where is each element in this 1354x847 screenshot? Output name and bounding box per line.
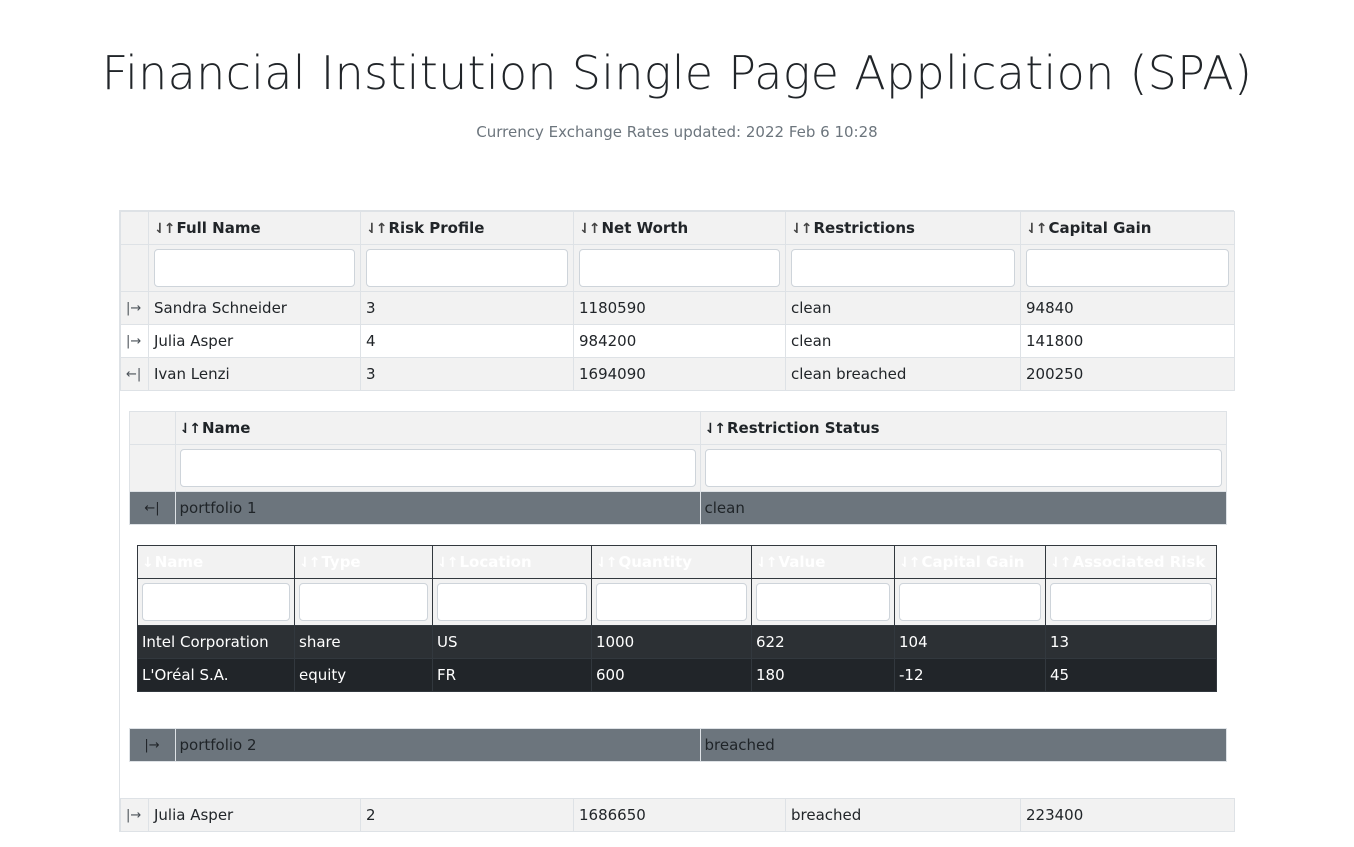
sort-icon: ⇃↑ <box>1050 555 1072 571</box>
portfolios-table: ⇃↑ Name ⇃↑ Restriction Status ←| portfolio… <box>128 411 1227 762</box>
clients-table: ⇃↑ Full Name ⇃↑ Risk Profile ⇃↑ Net Worth ⇃… <box>120 211 1235 832</box>
filter-holding-capital-gain-input[interactable] <box>899 583 1041 621</box>
collapse-row-icon[interactable]: ←| <box>128 491 176 525</box>
portfolios-header-row: ⇃↑ Name ⇃↑ Restriction Status <box>128 411 1227 445</box>
portfolios-filter-row <box>128 444 1227 492</box>
column-header-quantity[interactable]: ⇃↑ Quantity <box>591 545 752 579</box>
column-header-capital-gain[interactable]: ⇃↑ Capital Gain <box>1020 211 1235 245</box>
column-header-restriction-status[interactable]: ⇃↑ Restriction Status <box>699 411 1227 445</box>
sort-icon: ⇃↑ <box>704 421 727 437</box>
sort-descending-icon: ↓ <box>142 555 154 571</box>
filter-net-worth-input[interactable] <box>579 249 780 287</box>
filter-associated-risk-input[interactable] <box>1050 583 1212 621</box>
column-header-associated-risk[interactable]: ⇃↑ Associated Risk <box>1045 545 1217 579</box>
column-header-holding-capital-gain[interactable]: ⇃↑ Capital Gain <box>894 545 1046 579</box>
exchange-rates-updated-text: Currency Exchange Rates updated: 2022 Fe… <box>476 123 878 141</box>
holdings-table: ↓ Name ⇃↑ Type ⇃↑ Location ⇃↑ Quantity ⇃↑ Val… <box>137 545 1217 692</box>
sort-icon: ⇃↑ <box>299 555 321 571</box>
column-header-full-name[interactable]: ⇃↑ Full Name <box>148 211 361 245</box>
table-row[interactable]: Intel Corporation share US 1000 622 104 … <box>137 625 1217 659</box>
sort-icon: ⇃↑ <box>791 221 813 237</box>
column-header-net-worth[interactable]: ⇃↑ Net Worth <box>573 211 786 245</box>
expanded-row-details: ⇃↑ Name ⇃↑ Restriction Status ←| portfolio… <box>120 390 1235 799</box>
column-header-portfolio-name[interactable]: ⇃↑ Name <box>174 411 701 445</box>
expand-row-icon[interactable]: |→ <box>120 798 149 832</box>
filter-restriction-status-input[interactable] <box>704 449 1222 487</box>
column-header-holding-name[interactable]: ↓ Name <box>137 545 295 579</box>
sort-icon: ⇃↑ <box>366 221 388 237</box>
column-header-type[interactable]: ⇃↑ Type <box>294 545 433 579</box>
page-title: Financial Institution Single Page Applic… <box>101 46 1253 100</box>
clients-filter-row <box>120 244 1235 292</box>
column-header-location[interactable]: ⇃↑ Location <box>432 545 592 579</box>
filter-holding-name-input[interactable] <box>142 583 290 621</box>
sort-icon: ⇃↑ <box>756 555 778 571</box>
filter-type-input[interactable] <box>299 583 428 621</box>
table-row[interactable]: |→ Sandra Schneider 3 1180590 clean 9484… <box>120 291 1235 325</box>
sort-icon: ⇃↑ <box>1026 221 1048 237</box>
column-header-restrictions[interactable]: ⇃↑ Restrictions <box>785 211 1021 245</box>
filter-value-input[interactable] <box>756 583 890 621</box>
filter-full-name-input[interactable] <box>154 249 355 287</box>
expand-row-icon[interactable]: |→ <box>120 291 149 325</box>
clients-table-container: ⇃↑ Full Name ⇃↑ Risk Profile ⇃↑ Net Worth ⇃… <box>119 210 1235 832</box>
sort-icon: ⇃↑ <box>899 555 921 571</box>
filter-restrictions-input[interactable] <box>791 249 1015 287</box>
column-header-risk-profile[interactable]: ⇃↑ Risk Profile <box>360 211 574 245</box>
filter-quantity-input[interactable] <box>596 583 747 621</box>
table-row[interactable]: |→ portfolio 2 breached <box>128 728 1227 762</box>
table-row[interactable]: |→ Julia Asper 4 984200 clean 141800 <box>120 324 1235 358</box>
sort-icon: ⇃↑ <box>154 221 176 237</box>
clients-header-row: ⇃↑ Full Name ⇃↑ Risk Profile ⇃↑ Net Worth ⇃… <box>120 211 1235 245</box>
sort-icon: ⇃↑ <box>179 421 202 437</box>
toggle-column-header <box>120 211 149 245</box>
filter-capital-gain-input[interactable] <box>1026 249 1229 287</box>
filter-portfolio-name-input[interactable] <box>179 449 696 487</box>
filter-location-input[interactable] <box>437 583 587 621</box>
holdings-header-row: ↓ Name ⇃↑ Type ⇃↑ Location ⇃↑ Quantity ⇃↑ Val… <box>137 545 1217 579</box>
table-row[interactable]: ←| portfolio 1 clean <box>128 491 1227 525</box>
expand-row-icon[interactable]: |→ <box>120 324 149 358</box>
expanded-row-details: ↓ Name ⇃↑ Type ⇃↑ Location ⇃↑ Quantity ⇃↑ Val… <box>129 524 1226 729</box>
sort-icon: ⇃↑ <box>596 555 618 571</box>
expand-row-icon[interactable]: |→ <box>128 728 176 762</box>
filter-risk-profile-input[interactable] <box>366 249 568 287</box>
sort-icon: ⇃↑ <box>579 221 601 237</box>
table-row[interactable]: L'Oréal S.A. equity FR 600 180 -12 45 <box>137 658 1217 692</box>
table-row[interactable]: |→ Julia Asper 2 1686650 breached 223400 <box>120 798 1235 832</box>
column-header-value[interactable]: ⇃↑ Value <box>751 545 895 579</box>
collapse-row-icon[interactable]: ←| <box>120 357 149 391</box>
holdings-filter-row <box>137 578 1217 626</box>
sort-icon: ⇃↑ <box>437 555 459 571</box>
table-row[interactable]: ←| Ivan Lenzi 3 1694090 clean breached 2… <box>120 357 1235 391</box>
